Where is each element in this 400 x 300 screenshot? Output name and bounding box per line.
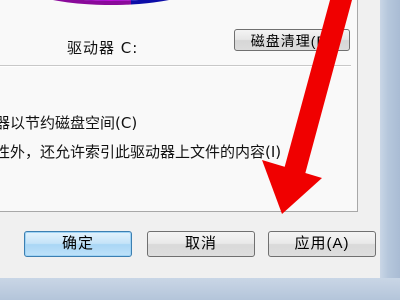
cancel-button[interactable]: 取消 [147, 231, 255, 257]
divider [0, 65, 351, 67]
window-frame-bottom [0, 278, 400, 300]
window-frame-right [380, 0, 400, 300]
drive-label: 驱动器 C: [67, 39, 139, 57]
apply-button[interactable]: 应用(A) [268, 231, 376, 257]
index-files-option[interactable]: 性外，还允许索引此驱动器上文件的内容(I) [0, 141, 281, 162]
disk-usage-pie-chart [53, 0, 169, 5]
compress-drive-option[interactable]: 器以节约磁盘空间(C) [0, 112, 137, 133]
properties-dialog: 驱动器 C: 磁盘清理(D) 器以节约磁盘空间(C) 性外，还允许索引此驱动器上… [0, 0, 380, 278]
general-tab-panel: 驱动器 C: 磁盘清理(D) 器以节约磁盘空间(C) 性外，还允许索引此驱动器上… [0, 0, 358, 212]
ok-button[interactable]: 确定 [24, 231, 132, 257]
disk-cleanup-button[interactable]: 磁盘清理(D) [234, 29, 350, 51]
